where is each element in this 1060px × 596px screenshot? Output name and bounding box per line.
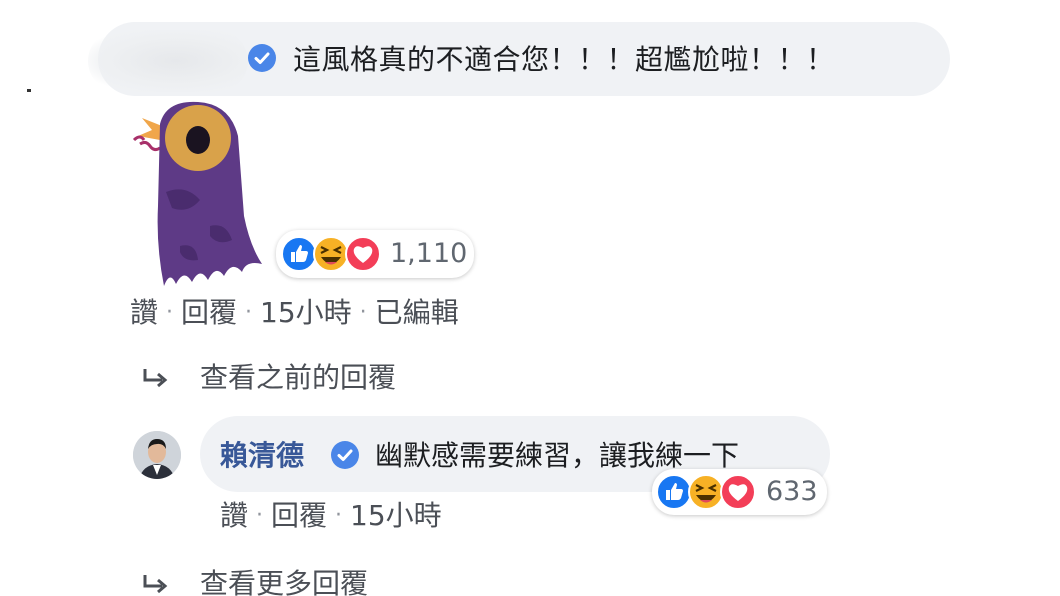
- love-icon: [345, 236, 381, 272]
- comment-text: 這風格真的不適合您！！！超尷尬啦！！！: [293, 43, 835, 76]
- reactions-summary[interactable]: 1,110: [276, 230, 474, 278]
- view-more-replies-link[interactable]: 查看更多回覆: [200, 566, 368, 596]
- reply-link[interactable]: 回覆: [181, 295, 237, 331]
- purple-bird-sticker[interactable]: [126, 96, 266, 291]
- stray-mark: [27, 89, 31, 92]
- reply-author-link[interactable]: 賴清德: [220, 436, 304, 476]
- separator: ·: [335, 503, 343, 528]
- blurred-author-name: [88, 30, 248, 92]
- like-link[interactable]: 讚: [130, 295, 158, 331]
- reply-actions: 讚 · 回覆 · 15小時: [220, 498, 442, 534]
- like-link[interactable]: 讚: [220, 498, 248, 534]
- verified-check-icon: [248, 44, 276, 72]
- reply-link[interactable]: 回覆: [271, 498, 327, 534]
- timestamp[interactable]: 15小時: [350, 498, 442, 534]
- love-icon: [720, 474, 756, 510]
- timestamp[interactable]: 15小時: [260, 295, 352, 331]
- separator: ·: [166, 300, 174, 325]
- reply-arrow-icon: [143, 575, 168, 594]
- separator: ·: [359, 300, 367, 325]
- separator: ·: [245, 300, 253, 325]
- view-previous-replies-link[interactable]: 查看之前的回覆: [200, 360, 396, 396]
- edited-label[interactable]: 已編輯: [375, 295, 459, 331]
- reaction-count: 1,110: [390, 238, 468, 269]
- reactions-summary[interactable]: 633: [652, 469, 827, 515]
- comment-actions: 讚 · 回覆 · 15小時 · 已編輯: [130, 295, 459, 331]
- comment-thread: 這風格真的不適合您！！！超尷尬啦！！！ 1,110 讚 · 回覆 · 15小時 …: [0, 0, 1060, 596]
- reaction-count: 633: [766, 476, 818, 507]
- separator: ·: [256, 503, 264, 528]
- reply-arrow-icon: [143, 369, 168, 388]
- avatar[interactable]: [133, 431, 181, 479]
- verified-check-icon: [331, 441, 359, 469]
